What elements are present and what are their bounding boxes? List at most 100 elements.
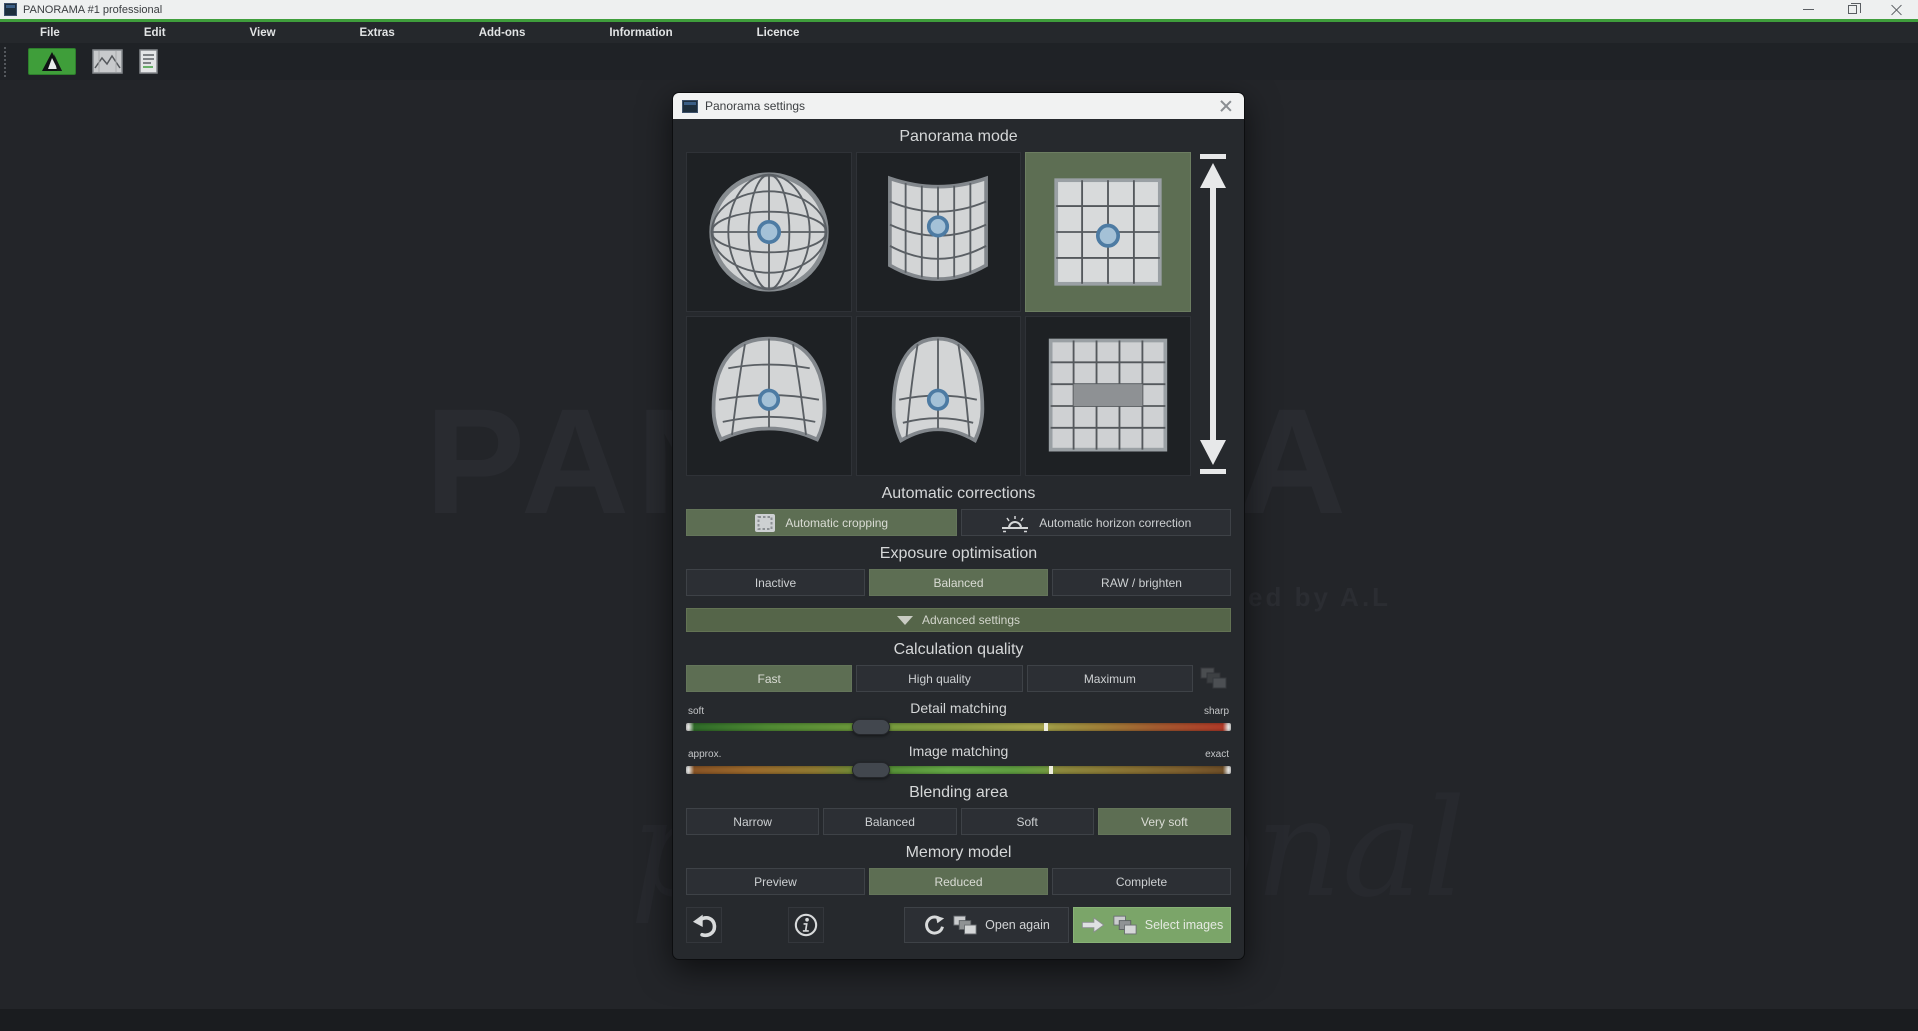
minimize-button[interactable] [1786,0,1830,19]
menu-information[interactable]: Information [609,27,672,39]
workspace: PANORAMA ed by A.L professional Panorama… [0,80,1918,1031]
fisheye-projection-icon [864,322,1012,470]
menu-licence[interactable]: Licence [757,27,800,39]
undo-button[interactable] [686,907,722,943]
image-list-icon [139,49,158,74]
blending-very-soft-button[interactable]: Very soft [1098,808,1231,835]
vertical-extent-indicator [1195,152,1231,476]
blending-soft-button[interactable]: Soft [961,808,1094,835]
mode-tile-dome[interactable] [686,316,852,476]
os-titlebar: PANORAMA #1 professional [0,0,1918,19]
stacked-images-icon [953,915,977,936]
quality-row: Fast High quality Maximum [686,665,1231,692]
crop-icon [754,513,776,533]
double-arrow-icon [1195,152,1231,476]
select-images-label: Select images [1145,918,1224,932]
stacked-images-icon [1200,667,1227,690]
restore-icon [1848,5,1857,14]
exposure-inactive-button[interactable]: Inactive [686,569,865,596]
mode-tile-fisheye[interactable] [856,316,1022,476]
maximize-button[interactable] [1830,0,1874,19]
detail-slider-max-label: sharp [1204,706,1229,717]
detail-slider-track[interactable] [686,723,1231,731]
panorama-mode-heading: Panorama mode [686,127,1231,146]
quality-high-label: High quality [908,672,971,686]
panorama-settings-dialog: Panorama settings Panorama mode [672,92,1245,960]
image-slider-max-label: exact [1205,749,1229,760]
info-button[interactable] [788,907,824,943]
image-slider-track[interactable] [686,766,1231,774]
dialog-icon [682,100,698,113]
memory-preview-button[interactable]: Preview [686,868,865,895]
exposure-balanced-label: Balanced [933,576,983,590]
dialog-footer: Open again Select images [686,907,1231,943]
toolbar-image-list-button[interactable] [139,48,158,75]
quality-high-button[interactable]: High quality [856,665,1022,692]
menu-view[interactable]: View [250,27,276,39]
detail-slider-track-row [686,719,1231,735]
mode-tile-sphere[interactable] [686,152,852,312]
dialog-titlebar[interactable]: Panorama settings [673,93,1244,119]
menu-extras[interactable]: Extras [360,27,395,39]
toolbar-drag-handle[interactable] [4,47,8,77]
image-slider-thumb[interactable] [852,762,890,778]
sphere-projection-icon [695,158,843,306]
image-slider-track-row [686,762,1231,778]
menu-file[interactable]: File [40,27,60,39]
background-watermark-byline: ed by A.L [1248,582,1391,613]
menu-edit[interactable]: Edit [144,27,166,39]
dialog-content: Panorama mode [673,127,1244,953]
blending-narrow-button[interactable]: Narrow [686,808,819,835]
memory-row: Preview Reduced Complete [686,868,1231,895]
quality-maximum-label: Maximum [1084,672,1136,686]
select-images-button[interactable]: Select images [1073,907,1231,943]
menu-addons[interactable]: Add-ons [479,27,526,39]
window-title: PANORAMA #1 professional [23,4,162,16]
window-controls [1786,0,1918,19]
arrow-right-icon [1081,917,1105,933]
quality-fast-label: Fast [757,672,780,686]
exposure-balanced-button[interactable]: Balanced [869,569,1048,596]
minimize-icon [1803,9,1814,10]
detail-slider-marker [1044,723,1048,731]
automatic-horizon-label: Automatic horizon correction [1039,516,1191,530]
image-slider-title: Image matching [686,742,1231,760]
stacked-images-icon [1113,915,1137,936]
toolbar [0,43,1918,80]
detail-slider-thumb[interactable] [852,719,890,735]
advanced-settings-label: Advanced settings [922,613,1020,627]
blending-row: Narrow Balanced Soft Very soft [686,808,1231,835]
image-slider-marker [1049,766,1053,774]
menubar: File Edit View Extras Add-ons Informatio… [0,22,1918,43]
exposure-raw-brighten-button[interactable]: RAW / brighten [1052,569,1231,596]
mode-tile-flat[interactable] [1025,152,1191,312]
detail-slider-head: Detail matching soft sharp [686,699,1231,717]
mode-tile-mosaic[interactable] [1025,316,1191,476]
quality-maximum-button[interactable]: Maximum [1027,665,1193,692]
app-icon [4,3,17,16]
quality-fast-button[interactable]: Fast [686,665,852,692]
dialog-close-button[interactable] [1217,97,1235,115]
quality-images-indicator [1197,665,1231,692]
automatic-cropping-toggle[interactable]: Automatic cropping [686,509,957,536]
close-icon [1891,4,1902,15]
open-again-button[interactable]: Open again [904,907,1069,943]
flat-projection-icon [1034,158,1182,306]
refresh-icon [923,914,945,936]
automatic-horizon-toggle[interactable]: Automatic horizon correction [961,509,1232,536]
advanced-settings-expander[interactable]: Advanced settings [686,608,1231,632]
app-window: PANORAMA #1 professional File Edit View … [0,0,1918,1031]
toolbar-open-image-button[interactable] [92,48,123,75]
memory-reduced-label: Reduced [934,875,982,889]
memory-complete-button[interactable]: Complete [1052,868,1231,895]
memory-reduced-button[interactable]: Reduced [869,868,1048,895]
chevron-down-icon [897,616,913,625]
mode-tile-cylinder[interactable] [856,152,1022,312]
blending-soft-label: Soft [1016,815,1037,829]
image-slider-head: Image matching approx. exact [686,742,1231,760]
image-matching-slider: Image matching approx. exact [686,742,1231,778]
toolbar-new-panorama-button[interactable] [28,48,76,75]
close-button[interactable] [1874,0,1918,19]
blending-balanced-button[interactable]: Balanced [823,808,956,835]
blending-narrow-label: Narrow [733,815,772,829]
